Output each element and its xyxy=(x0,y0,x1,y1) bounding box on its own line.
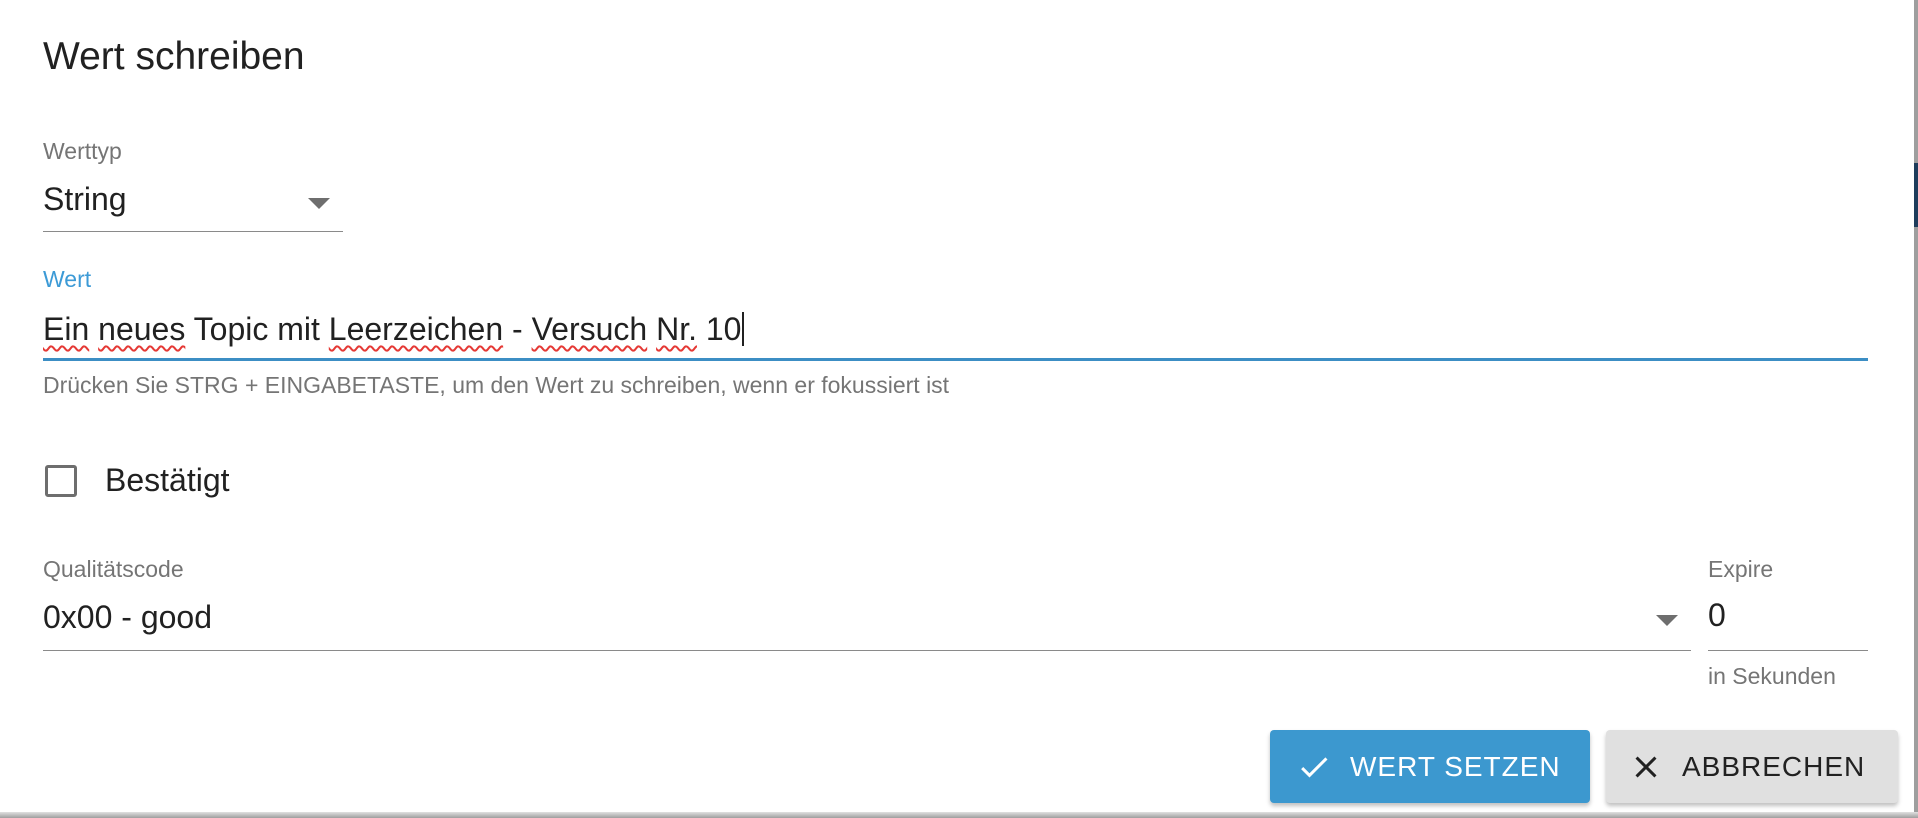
backdrop-edge xyxy=(1914,0,1918,818)
wert-word: Versuch xyxy=(531,311,648,347)
dialog-bottom-shadow xyxy=(0,812,1918,818)
wert-helper-text: Drücken Sie STRG + EINGABETASTE, um den … xyxy=(43,372,950,398)
write-value-dialog: Wert schreiben Werttyp String Wert Ein n… xyxy=(0,0,1918,818)
bestaetigt-checkbox[interactable] xyxy=(45,465,77,497)
check-icon xyxy=(1296,749,1332,785)
qualitaetscode-dropdown-arrow-icon xyxy=(1656,615,1678,626)
qualitaetscode-underline xyxy=(43,650,1691,651)
werttyp-select[interactable]: String xyxy=(43,178,343,232)
wert-word: Topic xyxy=(193,311,269,347)
wert-word: - xyxy=(512,311,523,347)
wert-word: 10 xyxy=(705,311,742,347)
expire-value: 0 xyxy=(1708,597,1726,633)
close-icon xyxy=(1628,749,1664,785)
werttyp-selected-value: String xyxy=(43,181,127,217)
wert-label: Wert xyxy=(43,266,92,292)
abbrechen-button[interactable]: ABBRECHEN xyxy=(1606,730,1898,803)
werttyp-label: Werttyp xyxy=(43,138,122,164)
wert-word: neues xyxy=(98,311,186,347)
expire-helper-text: in Sekunden xyxy=(1708,663,1836,689)
wert-input[interactable]: Ein neues Topic mit Leerzeichen - Versuc… xyxy=(43,306,1868,362)
wert-setzen-label: WERT SETZEN xyxy=(1350,750,1561,782)
expire-label: Expire xyxy=(1708,556,1774,582)
wert-word: Ein xyxy=(43,311,90,347)
werttyp-underline xyxy=(43,231,343,232)
wert-word: mit xyxy=(277,311,320,347)
qualitaetscode-selected-value: 0x00 - good xyxy=(43,599,213,635)
wert-setzen-button[interactable]: WERT SETZEN xyxy=(1270,730,1590,803)
qualitaetscode-label: Qualitätscode xyxy=(43,556,184,582)
expire-underline xyxy=(1708,650,1868,651)
werttyp-dropdown-arrow-icon xyxy=(308,198,330,209)
abbrechen-label: ABBRECHEN xyxy=(1682,750,1866,782)
wert-input-value: Ein neues Topic mit Leerzeichen - Versuc… xyxy=(43,310,745,348)
dialog-title: Wert schreiben xyxy=(43,35,305,78)
expire-input[interactable]: 0 xyxy=(1708,596,1868,651)
qualitaetscode-select[interactable]: 0x00 - good xyxy=(43,596,1691,651)
wert-underline xyxy=(43,358,1868,361)
bestaetigt-label[interactable]: Bestätigt xyxy=(105,461,230,499)
backdrop-accent xyxy=(1914,163,1918,227)
text-caret xyxy=(742,312,745,346)
wert-word: Nr. xyxy=(656,311,697,347)
wert-word: Leerzeichen xyxy=(328,311,504,347)
